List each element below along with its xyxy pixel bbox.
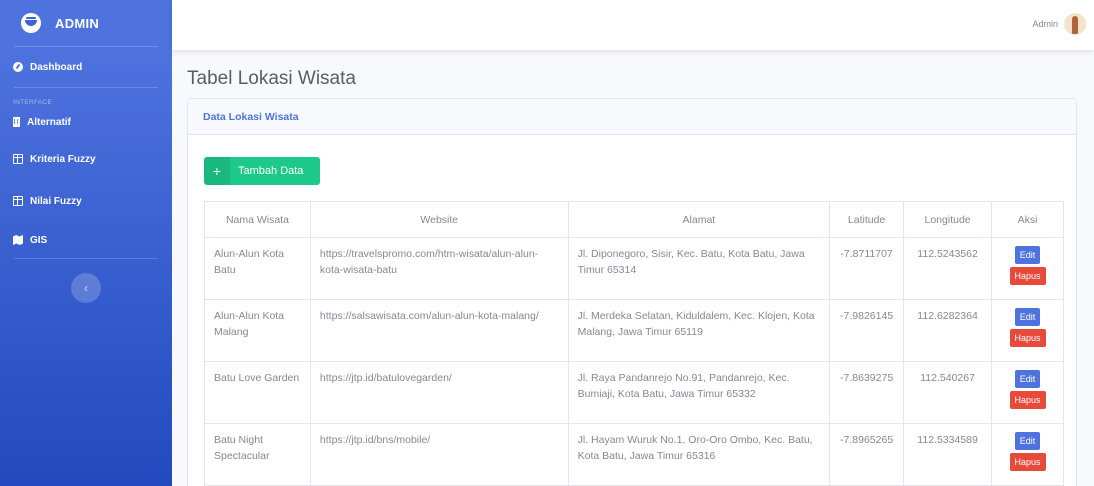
laugh-icon	[21, 13, 41, 33]
cell-nama: Alun-Alun Kota Batu	[204, 237, 311, 300]
cell-website: https://travelspromo.com/htm-wisata/alun…	[309, 237, 569, 300]
cell-website: https://jtp.id/batulovegarden/	[309, 361, 569, 424]
delete-button[interactable]: Hapus	[1009, 329, 1046, 347]
sidebar-divider	[14, 258, 158, 259]
brand-title: ADMIN	[55, 15, 100, 31]
table-header-row: Nama Wisata Website Alamat Latitude Long…	[204, 201, 1064, 238]
cell-latitude: -7.9826145	[829, 299, 905, 362]
cell-aksi: Edit Hapus	[991, 299, 1064, 362]
avatar	[1064, 13, 1086, 35]
sidebar-item-nilai-fuzzy[interactable]: Nilai Fuzzy	[0, 180, 172, 222]
cell-alamat: Jl. Merdeka Selatan, Kiduldalem, Kec. Kl…	[567, 299, 831, 362]
map-icon	[13, 235, 23, 245]
page-title: Tabel Lokasi Wisata	[187, 68, 356, 89]
sidebar-item-gis[interactable]: GIS	[0, 222, 172, 258]
cell-latitude: -7.8965265	[829, 423, 905, 486]
chevron-left-icon: ‹	[84, 281, 88, 295]
add-data-button[interactable]: + Tambah Data	[204, 157, 320, 185]
cell-aksi: Edit Hapus	[991, 423, 1064, 486]
cell-nama: Batu Love Garden	[204, 361, 311, 424]
edit-button[interactable]: Edit	[1014, 370, 1041, 388]
sidebar-item-label: Kriteria Fuzzy	[30, 153, 96, 165]
cell-alamat: Jl. Hayam Wuruk No.1, Oro-Oro Ombo, Kec.…	[567, 423, 831, 486]
table-row: Batu Night Spectacular https://jtp.id/bn…	[204, 423, 1064, 486]
cell-longitude: 112.540267	[903, 361, 993, 424]
data-table: Nama Wisata Website Alamat Latitude Long…	[204, 201, 1064, 486]
building-icon	[13, 117, 20, 127]
sidebar-brand[interactable]: ADMIN	[0, 0, 172, 46]
column-header: Website	[309, 201, 569, 238]
cell-longitude: 112.5334589	[903, 423, 993, 486]
column-header: Longitude	[903, 201, 993, 238]
plus-icon: +	[204, 157, 230, 185]
table-row: Batu Love Garden https://jtp.id/batulove…	[204, 361, 1064, 424]
delete-button[interactable]: Hapus	[1009, 453, 1046, 471]
cell-website: https://salsawisata.com/alun-alun-kota-m…	[309, 299, 569, 362]
cell-latitude: -7.8711707	[829, 237, 905, 300]
user-name: Admin	[1032, 19, 1058, 29]
tachometer-icon	[13, 62, 23, 72]
sidebar: ADMIN Dashboard INTERFACE Alternatif Kri…	[0, 0, 172, 486]
table-row: Alun-Alun Kota Batu https://travelspromo…	[204, 237, 1064, 300]
sidebar-item-label: Dashboard	[30, 61, 83, 73]
sidebar-item-label: Alternatif	[27, 116, 71, 128]
sidebar-item-alternatif[interactable]: Alternatif	[0, 106, 172, 138]
edit-button[interactable]: Edit	[1014, 308, 1041, 326]
delete-button[interactable]: Hapus	[1009, 391, 1046, 409]
table-row: Alun-Alun Kota Malang https://salsawisat…	[204, 299, 1064, 362]
table-icon	[13, 154, 23, 164]
column-header: Aksi	[991, 201, 1064, 238]
topbar: Admin	[172, 0, 1094, 50]
column-header: Latitude	[829, 201, 905, 238]
sidebar-item-kriteria-fuzzy[interactable]: Kriteria Fuzzy	[0, 138, 172, 180]
cell-nama: Batu Night Spectacular	[204, 423, 311, 486]
cell-longitude: 112.5243562	[903, 237, 993, 300]
card-header: Data Lokasi Wisata	[188, 99, 1076, 135]
sidebar-item-label: GIS	[30, 234, 48, 246]
table-icon	[13, 196, 23, 206]
sidebar-toggle-button[interactable]: ‹	[71, 273, 101, 303]
sidebar-heading: INTERFACE	[13, 99, 53, 106]
cell-nama: Alun-Alun Kota Malang	[204, 299, 311, 362]
cell-longitude: 112.6282364	[903, 299, 993, 362]
cell-latitude: -7.8639275	[829, 361, 905, 424]
column-header: Nama Wisata	[204, 201, 311, 238]
cell-alamat: Jl. Diponegoro, Sisir, Kec. Batu, Kota B…	[567, 237, 831, 300]
cell-aksi: Edit Hapus	[991, 237, 1064, 300]
user-dropdown[interactable]: Admin	[1032, 13, 1086, 35]
add-data-label: Tambah Data	[238, 165, 304, 177]
cell-website: https://jtp.id/bns/mobile/	[309, 423, 569, 486]
column-header: Alamat	[567, 201, 831, 238]
data-card: Data Lokasi Wisata + Tambah Data Nama Wi…	[187, 98, 1077, 486]
delete-button[interactable]: Hapus	[1009, 267, 1046, 285]
edit-button[interactable]: Edit	[1014, 246, 1041, 264]
edit-button[interactable]: Edit	[1014, 432, 1041, 450]
cell-aksi: Edit Hapus	[991, 361, 1064, 424]
cell-alamat: Jl. Raya Pandanrejo No.91, Pandanrejo, K…	[567, 361, 831, 424]
sidebar-item-dashboard[interactable]: Dashboard	[0, 47, 172, 87]
sidebar-item-label: Nilai Fuzzy	[30, 195, 82, 207]
